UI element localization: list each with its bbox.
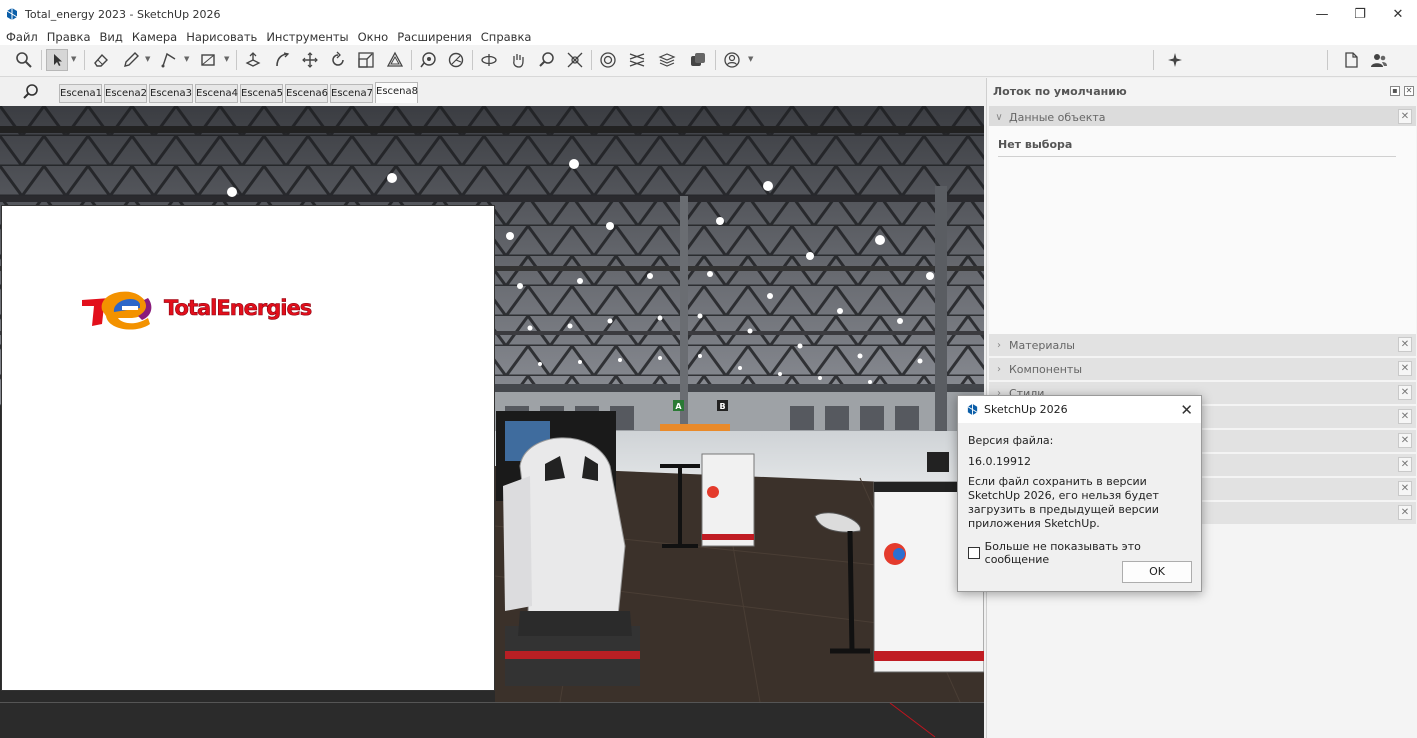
- scene-tab-1[interactable]: Escena1: [59, 84, 102, 103]
- menu-edit[interactable]: Правка: [47, 30, 91, 44]
- dialog-title-bar: SketchUp 2026 ✕: [958, 396, 1201, 423]
- menu-help[interactable]: Справка: [481, 30, 532, 44]
- eraser-icon[interactable]: [90, 49, 112, 71]
- panel-close-icon[interactable]: ✕: [1398, 109, 1412, 124]
- menu-camera[interactable]: Камера: [132, 30, 177, 44]
- account-icon[interactable]: [721, 49, 743, 71]
- chevron-right-icon: ›: [997, 339, 1001, 351]
- tray-title: Лоток по умолчанию: [993, 84, 1127, 98]
- orbit-icon[interactable]: [478, 49, 500, 71]
- section-icon[interactable]: [626, 49, 648, 71]
- sparkle-icon[interactable]: [1164, 49, 1186, 71]
- menu-window[interactable]: Окно: [358, 30, 389, 44]
- panel-close-icon[interactable]: ✕: [1398, 505, 1412, 520]
- title-bar: Total_energy 2023 - SketchUp 2026 — ❐ ✕: [0, 0, 1417, 28]
- chevron-right-icon: ›: [997, 363, 1001, 375]
- menu-extensions[interactable]: Расширения: [397, 30, 472, 44]
- rotate-icon[interactable]: [327, 49, 349, 71]
- viewport-lower-band: [0, 702, 984, 738]
- scene-tab-2[interactable]: Escena2: [104, 84, 147, 103]
- scene-tab-4[interactable]: Escena4: [195, 84, 238, 103]
- tray-close-icon[interactable]: ✕: [1404, 86, 1414, 96]
- rectangle-icon[interactable]: [197, 49, 219, 71]
- layers-icon[interactable]: [656, 49, 678, 71]
- users-icon[interactable]: [1368, 49, 1390, 71]
- menu-tools[interactable]: Инструменты: [266, 30, 348, 44]
- panel-close-icon[interactable]: ✕: [1398, 385, 1412, 400]
- file-version-value: 16.0.19912: [968, 455, 1031, 468]
- panel-close-icon[interactable]: ✕: [1398, 433, 1412, 448]
- scene-tab-8[interactable]: Escena8: [375, 82, 418, 103]
- scene-search-icon[interactable]: [22, 83, 40, 101]
- move-icon[interactable]: [299, 49, 321, 71]
- model-viewport[interactable]: B A TotalEnergies: [0, 106, 984, 738]
- follow-me-icon[interactable]: [271, 49, 293, 71]
- zoom-extents-icon[interactable]: [564, 49, 586, 71]
- line-icon[interactable]: [158, 49, 180, 71]
- menu-view[interactable]: Вид: [100, 30, 123, 44]
- panel-materials[interactable]: › Материалы ✕: [989, 334, 1416, 356]
- scene-tab-6[interactable]: Escena6: [285, 84, 328, 103]
- menu-bar: Файл Правка Вид Камера Нарисовать Инстру…: [0, 28, 1417, 45]
- tray-header: Лоток по умолчанию ▪ ✕: [987, 78, 1417, 104]
- sketchup-logo-icon: [6, 8, 18, 20]
- minimize-button[interactable]: —: [1303, 0, 1341, 28]
- tape-measure-icon[interactable]: [417, 49, 439, 71]
- logo-panel: TotalEnergies: [1, 205, 495, 691]
- search-icon[interactable]: [13, 49, 35, 71]
- brand-logo-text: TotalEnergies: [164, 296, 313, 321]
- push-pull-icon[interactable]: [242, 49, 264, 71]
- sketchup-logo-icon: [967, 403, 978, 416]
- pencil-icon[interactable]: [120, 49, 142, 71]
- totalenergies-logo: TotalEnergies: [78, 286, 313, 330]
- dialog-message: Если файл сохранить в версии SketchUp 20…: [968, 475, 1159, 530]
- scene-tab-7[interactable]: Escena7: [330, 84, 373, 103]
- panel-entity-info-label: Данные объекта: [1009, 110, 1106, 124]
- select-arrow-icon[interactable]: [46, 49, 68, 71]
- tray-pin-icon[interactable]: ▪: [1390, 86, 1400, 96]
- scene-tabs-bar: Escena1 Escena2 Escena3 Escena4 Escena5 …: [0, 78, 984, 106]
- offset-icon[interactable]: [384, 49, 406, 71]
- zoom-icon[interactable]: [536, 49, 558, 71]
- styles-icon[interactable]: [687, 49, 709, 71]
- pan-icon[interactable]: [507, 49, 529, 71]
- main-toolbar: ▼ ▼ ▼ ▼ ▼: [0, 45, 1417, 77]
- version-warning-dialog: SketchUp 2026 ✕ Версия файла: 16.0.19912…: [957, 395, 1202, 592]
- panel-components-label: Компоненты: [1009, 362, 1083, 376]
- chevron-down-icon: ∨: [995, 111, 1003, 123]
- window-title: Total_energy 2023 - SketchUp 2026: [25, 7, 221, 21]
- new-file-icon[interactable]: [1340, 49, 1362, 71]
- hall-sign-b: B: [719, 402, 725, 411]
- dialog-close-icon[interactable]: ✕: [1180, 401, 1193, 419]
- scene-tab-5[interactable]: Escena5: [240, 84, 283, 103]
- menu-draw[interactable]: Нарисовать: [186, 30, 257, 44]
- no-selection-text: Нет выбора: [998, 138, 1073, 151]
- ok-button[interactable]: OK: [1122, 561, 1192, 583]
- panel-components[interactable]: › Компоненты ✕: [989, 358, 1416, 380]
- panel-materials-label: Материалы: [1009, 338, 1075, 352]
- panel-close-icon[interactable]: ✕: [1398, 361, 1412, 376]
- panel-close-icon[interactable]: ✕: [1398, 337, 1412, 352]
- file-version-label: Версия файла:: [968, 434, 1054, 447]
- components-icon[interactable]: [597, 49, 619, 71]
- scale-icon[interactable]: [355, 49, 377, 71]
- protractor-icon[interactable]: [445, 49, 467, 71]
- entity-info-body: Нет выбора: [989, 126, 1416, 334]
- scene-tab-3[interactable]: Escena3: [149, 84, 193, 103]
- checkbox-box[interactable]: [968, 547, 980, 559]
- panel-close-icon[interactable]: ✕: [1398, 481, 1412, 496]
- panel-close-icon[interactable]: ✕: [1398, 409, 1412, 424]
- menu-file[interactable]: Файл: [6, 30, 38, 44]
- dialog-title: SketchUp 2026: [984, 403, 1068, 416]
- panel-close-icon[interactable]: ✕: [1398, 457, 1412, 472]
- panel-entity-info[interactable]: ∨ Данные объекта ✕: [989, 106, 1416, 128]
- hall-sign-a: A: [675, 402, 682, 411]
- totalenergies-swirl-icon: [82, 291, 152, 330]
- restore-button[interactable]: ❐: [1341, 0, 1379, 28]
- close-window-button[interactable]: ✕: [1379, 0, 1417, 28]
